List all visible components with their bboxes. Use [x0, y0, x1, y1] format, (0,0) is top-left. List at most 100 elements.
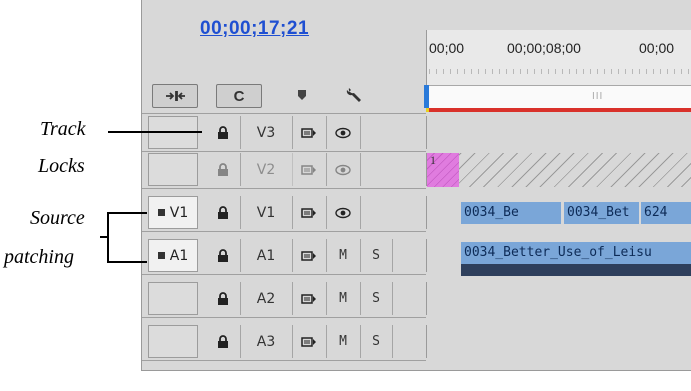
mute-a3[interactable]: M	[326, 325, 361, 358]
track-lane-v1[interactable]: 0034_Be 0034_Bet 624	[426, 196, 691, 229]
eye-icon	[335, 207, 351, 218]
track-header-a2: A2 M S	[206, 282, 426, 315]
sync-lock-a3[interactable]	[292, 325, 327, 358]
source-patch-v1[interactable]: V1	[148, 196, 198, 229]
snap-button[interactable]: C	[216, 84, 262, 108]
solo-a3[interactable]: S	[360, 325, 393, 358]
lock-icon	[218, 248, 228, 262]
mute-a2[interactable]: M	[326, 282, 361, 315]
source-patch-a3[interactable]	[148, 325, 198, 358]
clip-label: 0034_Better_Use_of_Leisu	[464, 245, 652, 260]
lock-icon	[218, 291, 228, 305]
clip-label: 0034_Be	[464, 205, 519, 220]
pink-clip[interactable]: 1	[427, 153, 459, 187]
annotation-source-2: patching	[4, 246, 74, 268]
source-patch-a1[interactable]: A1	[148, 239, 198, 272]
time-ruler[interactable]: 00;00 00;00;08;00 00;00	[426, 30, 691, 85]
sync-lock-icon	[301, 207, 316, 218]
grid-line	[142, 274, 426, 275]
sync-lock-icon	[301, 293, 316, 304]
sync-lock-v2[interactable]	[292, 153, 327, 186]
source-indicator	[157, 209, 165, 216]
playhead-marker[interactable]	[424, 85, 429, 108]
solo-a1[interactable]: S	[360, 239, 393, 272]
insert-overwrite-button[interactable]	[152, 84, 198, 108]
lock-icon	[218, 205, 228, 219]
track-name: V3	[240, 116, 293, 149]
track-lock-v3[interactable]	[206, 116, 241, 149]
annotation-track-locks-2: Locks	[38, 155, 85, 177]
track-lane-a1[interactable]: 0034_Better_Use_of_Leisu	[426, 239, 691, 276]
settings-button[interactable]	[342, 84, 366, 106]
track-lane-v3[interactable]	[426, 116, 691, 149]
zoom-scrollbar[interactable]: III	[426, 85, 691, 110]
track-header-v2: V2	[206, 153, 426, 186]
clip-label: 1	[430, 153, 436, 167]
track-lock-v1[interactable]	[206, 196, 241, 229]
sync-lock-icon	[301, 164, 316, 175]
toggle-output-v3[interactable]	[326, 116, 361, 149]
track-header-v3: V3	[206, 116, 426, 149]
mute-a1[interactable]: M	[326, 239, 361, 272]
eye-icon	[335, 127, 351, 138]
track-header-v1: V1	[206, 196, 426, 229]
track-lock-v2[interactable]	[206, 153, 241, 186]
track-header-a1: A1 M S	[206, 239, 426, 272]
toggle-output-v1[interactable]	[326, 196, 361, 229]
source-patch-label: A1	[169, 247, 189, 264]
sync-lock-a2[interactable]	[292, 282, 327, 315]
lock-icon	[218, 334, 228, 348]
source-callout-stem	[100, 236, 108, 238]
sync-lock-icon	[301, 127, 316, 138]
lock-icon	[218, 125, 228, 139]
track-name: V2	[240, 153, 293, 186]
timeline-panel: 00;00;17;21 00;00 00;00;08;00 00;00 III …	[141, 0, 691, 371]
source-callout-top	[107, 212, 147, 214]
sync-lock-v3[interactable]	[292, 116, 327, 149]
ruler-label: 00;00	[429, 40, 465, 56]
source-patch-a2[interactable]	[148, 282, 198, 315]
add-marker-icon	[298, 90, 306, 100]
track-header-a3: A3 M S	[206, 325, 426, 358]
track-lock-a2[interactable]	[206, 282, 241, 315]
video-clip[interactable]: 0034_Bet	[564, 202, 639, 224]
sync-lock-v1[interactable]	[292, 196, 327, 229]
sync-lock-a1[interactable]	[292, 239, 327, 272]
track-lane-v2[interactable]: 1	[426, 153, 691, 187]
annotation-track-locks-1: Track	[40, 118, 86, 140]
track-lock-a1[interactable]	[206, 239, 241, 272]
grid-line	[142, 231, 426, 232]
solo-a2[interactable]: S	[360, 282, 393, 315]
source-indicator	[157, 252, 165, 259]
lock-icon	[218, 162, 228, 176]
track-lane-a3[interactable]	[426, 325, 691, 358]
track-locks-callout-line	[108, 131, 202, 133]
eye-icon	[335, 164, 351, 175]
scroll-grip[interactable]: III	[592, 91, 603, 102]
clip-label: 0034_Bet	[567, 205, 630, 220]
wrench-icon	[346, 88, 361, 102]
render-bar-red	[429, 108, 691, 112]
track-name: A1	[240, 239, 293, 272]
toggle-output-v2[interactable]	[326, 153, 361, 186]
audio-clip[interactable]: 0034_Better_Use_of_Leisu	[461, 242, 691, 264]
video-clip[interactable]: 624	[641, 202, 691, 224]
ruler-label: 00;00	[639, 40, 675, 56]
track-name: A3	[240, 325, 293, 358]
track-lane-a2[interactable]	[426, 282, 691, 315]
video-clip[interactable]: 0034_Be	[461, 202, 561, 224]
insert-overwrite-icon	[166, 91, 185, 101]
annotation-source-1: Source	[30, 207, 85, 229]
sync-lock-icon	[301, 250, 316, 261]
timecode-display[interactable]: 00;00;17;21	[200, 18, 309, 40]
grid-line	[142, 360, 426, 361]
track-lock-a3[interactable]	[206, 325, 241, 358]
source-patch-v2[interactable]	[148, 153, 198, 186]
audio-clip-bar	[461, 264, 691, 276]
sync-lock-icon	[301, 336, 316, 347]
add-marker-button[interactable]	[292, 84, 312, 106]
source-patch-label: V1	[169, 204, 189, 221]
grid-line	[142, 317, 426, 318]
grid-line	[142, 151, 426, 152]
snap-icon: C	[233, 87, 245, 105]
